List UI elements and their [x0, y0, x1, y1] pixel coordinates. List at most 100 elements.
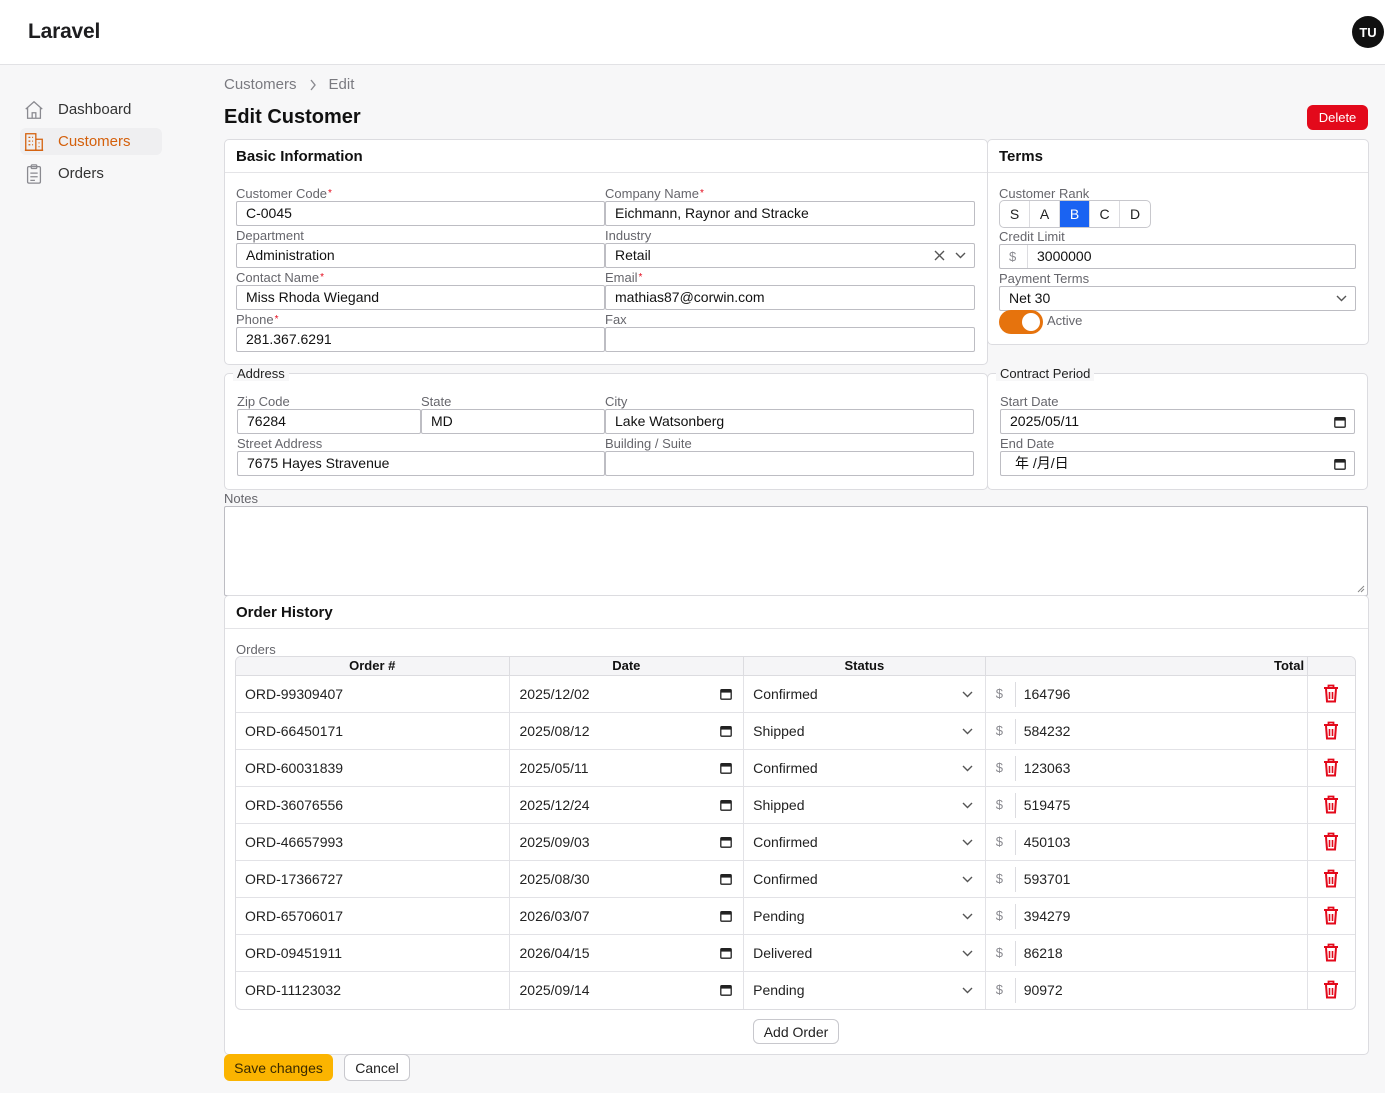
- order-number-input[interactable]: ORD-60031839: [236, 750, 510, 786]
- cancel-button[interactable]: Cancel: [344, 1054, 410, 1081]
- order-date-input[interactable]: 2025/08/12: [510, 713, 745, 749]
- order-number-input[interactable]: ORD-46657993: [236, 824, 510, 860]
- start-date-input[interactable]: 2025/05/11: [1000, 409, 1355, 434]
- company-name-input[interactable]: Eichmann, Raynor and Stracke: [605, 201, 975, 226]
- sidebar-item-customers[interactable]: Customers: [20, 128, 162, 155]
- order-number-input[interactable]: ORD-36076556: [236, 787, 510, 823]
- order-date-input[interactable]: 2026/04/15: [510, 935, 745, 971]
- industry-select[interactable]: Retail: [605, 243, 975, 268]
- order-status-select[interactable]: Confirmed: [744, 861, 986, 897]
- order-total-input[interactable]: $ 593701: [986, 861, 1309, 897]
- breadcrumb-parent[interactable]: Customers: [224, 76, 297, 93]
- order-date-input[interactable]: 2025/12/24: [510, 787, 745, 823]
- calendar-icon[interactable]: [720, 910, 732, 922]
- order-status-select[interactable]: Confirmed: [744, 676, 986, 712]
- order-number-value: ORD-11123032: [245, 982, 341, 998]
- order-status-select[interactable]: Pending: [744, 898, 986, 934]
- order-status-select[interactable]: Confirmed: [744, 824, 986, 860]
- order-status-select[interactable]: Delivered: [744, 935, 986, 971]
- order-total-input[interactable]: $ 519475: [986, 787, 1309, 823]
- trash-icon[interactable]: [1323, 906, 1339, 925]
- calendar-icon[interactable]: [1334, 416, 1346, 428]
- order-number-input[interactable]: ORD-11123032: [236, 972, 510, 1009]
- brand-logo[interactable]: Laravel: [28, 20, 100, 44]
- zip-code-input[interactable]: 76284: [237, 409, 421, 434]
- order-total-input[interactable]: $ 86218: [986, 935, 1309, 971]
- active-toggle[interactable]: [999, 310, 1043, 334]
- clear-icon[interactable]: [934, 250, 945, 261]
- order-total-input[interactable]: $ 90972: [986, 972, 1309, 1009]
- rank-option-a[interactable]: A: [1030, 201, 1060, 227]
- order-date-input[interactable]: 2025/08/30: [510, 861, 745, 897]
- order-total-input[interactable]: $ 394279: [986, 898, 1309, 934]
- order-date-value: 2025/08/30: [519, 871, 590, 887]
- order-status-select[interactable]: Shipped: [744, 713, 986, 749]
- save-changes-button[interactable]: Save changes: [224, 1054, 333, 1081]
- order-status-select[interactable]: Shipped: [744, 787, 986, 823]
- rank-option-d[interactable]: D: [1120, 201, 1150, 227]
- trash-icon[interactable]: [1323, 943, 1339, 962]
- department-input[interactable]: Administration: [236, 243, 605, 268]
- order-total-input[interactable]: $ 123063: [986, 750, 1309, 786]
- trash-icon[interactable]: [1323, 832, 1339, 851]
- order-status-select[interactable]: Confirmed: [744, 750, 986, 786]
- building-suite-input[interactable]: [605, 451, 974, 476]
- order-date-input[interactable]: 2026/03/07: [510, 898, 745, 934]
- calendar-icon[interactable]: [720, 984, 732, 996]
- state-input[interactable]: MD: [421, 409, 605, 434]
- rank-option-s[interactable]: S: [1000, 201, 1030, 227]
- delete-row-cell: [1308, 861, 1355, 897]
- order-date-value: 2025/12/02: [519, 686, 590, 702]
- calendar-icon[interactable]: [1334, 458, 1346, 470]
- user-avatar[interactable]: TU: [1352, 16, 1384, 48]
- resize-handle-icon[interactable]: [1356, 584, 1365, 593]
- order-status-select[interactable]: Pending: [744, 972, 986, 1009]
- trash-icon[interactable]: [1323, 795, 1339, 814]
- street-address-input[interactable]: 7675 Hayes Stravenue: [237, 451, 605, 476]
- delete-button[interactable]: Delete: [1307, 105, 1368, 130]
- chevron-down-icon: [955, 252, 966, 259]
- order-number-input[interactable]: ORD-66450171: [236, 713, 510, 749]
- order-number-input[interactable]: ORD-99309407: [236, 676, 510, 712]
- city-input[interactable]: Lake Watsonberg: [605, 409, 974, 434]
- calendar-icon[interactable]: [720, 799, 732, 811]
- credit-limit-input[interactable]: $ 3000000: [999, 244, 1356, 269]
- table-row: ORD-99309407 2025/12/02 Confirmed $ 1647…: [236, 676, 1355, 713]
- rank-option-c[interactable]: C: [1090, 201, 1120, 227]
- order-date-input[interactable]: 2025/05/11: [510, 750, 745, 786]
- trash-icon[interactable]: [1323, 869, 1339, 888]
- prefix-divider: [1014, 941, 1016, 966]
- sidebar-item-dashboard[interactable]: Dashboard: [20, 96, 162, 123]
- order-number-input[interactable]: ORD-09451911: [236, 935, 510, 971]
- order-date-input[interactable]: 2025/12/02: [510, 676, 745, 712]
- trash-icon[interactable]: [1323, 980, 1339, 999]
- end-date-input[interactable]: 年 /月/日: [1000, 451, 1355, 476]
- calendar-icon[interactable]: [720, 836, 732, 848]
- calendar-icon[interactable]: [720, 688, 732, 700]
- trash-icon[interactable]: [1323, 758, 1339, 777]
- order-number-input[interactable]: ORD-17366727: [236, 861, 510, 897]
- customer-code-input[interactable]: C-0045: [236, 201, 605, 226]
- order-number-input[interactable]: ORD-65706017: [236, 898, 510, 934]
- notes-textarea[interactable]: [224, 506, 1368, 596]
- currency-prefix: $: [995, 834, 1003, 849]
- rank-option-b[interactable]: B: [1060, 201, 1090, 227]
- order-total-input[interactable]: $ 450103: [986, 824, 1309, 860]
- order-total-input[interactable]: $ 584232: [986, 713, 1309, 749]
- contact-name-input[interactable]: Miss Rhoda Wiegand: [236, 285, 605, 310]
- calendar-icon[interactable]: [720, 762, 732, 774]
- calendar-icon[interactable]: [720, 725, 732, 737]
- phone-input[interactable]: 281.367.6291: [236, 327, 605, 352]
- add-order-button[interactable]: Add Order: [753, 1019, 839, 1044]
- order-total-input[interactable]: $ 164796: [986, 676, 1309, 712]
- payment-terms-select[interactable]: Net 30: [999, 286, 1356, 311]
- email-input[interactable]: mathias87@corwin.com: [605, 285, 975, 310]
- trash-icon[interactable]: [1323, 721, 1339, 740]
- sidebar-item-orders[interactable]: Orders: [20, 160, 162, 187]
- calendar-icon[interactable]: [720, 947, 732, 959]
- order-date-input[interactable]: 2025/09/14: [510, 972, 745, 1009]
- trash-icon[interactable]: [1323, 684, 1339, 703]
- order-date-input[interactable]: 2025/09/03: [510, 824, 745, 860]
- calendar-icon[interactable]: [720, 873, 732, 885]
- fax-input[interactable]: [605, 327, 975, 352]
